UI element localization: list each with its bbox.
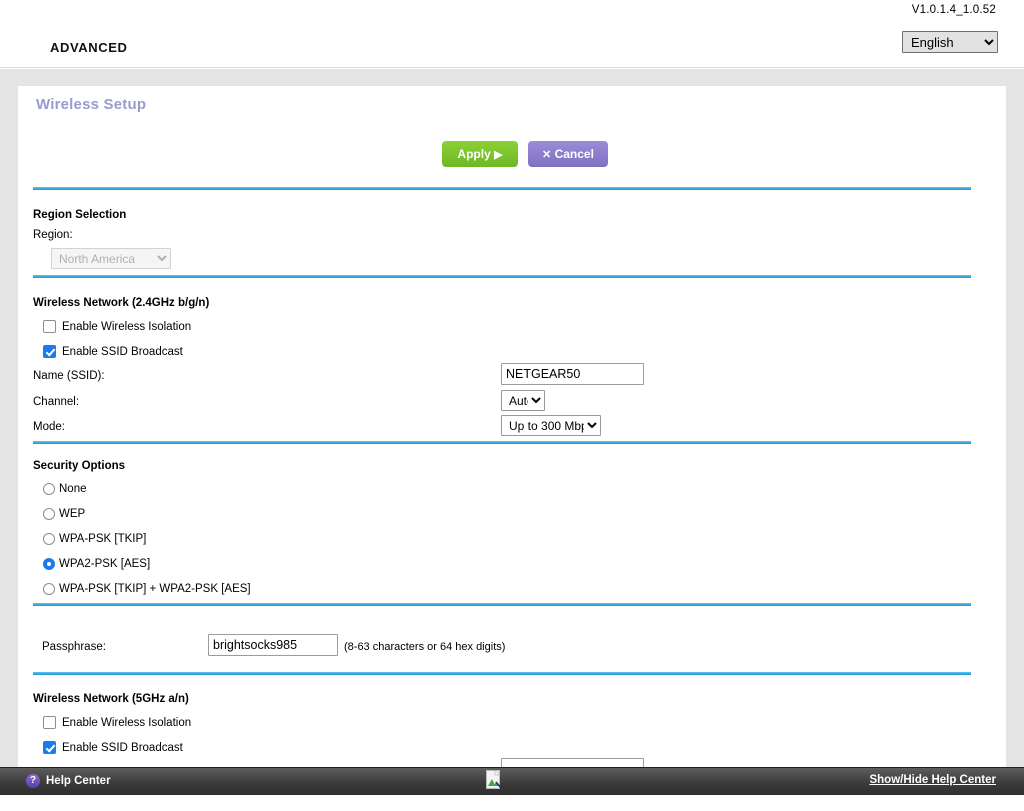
wireless-24-channel-label: Channel: [33, 396, 80, 408]
passphrase-hint: (8-63 characters or 64 hex digits) [344, 641, 506, 653]
divider-passphrase [33, 603, 971, 606]
apply-arrow-icon: ▶ [494, 149, 503, 161]
wireless-5-ssid-broadcast-label: Enable SSID Broadcast [62, 741, 183, 754]
wireless-24-channel-select[interactable]: Auto [501, 390, 545, 411]
below-footer-area [0, 795, 1024, 811]
security-option-wep-radio[interactable] [43, 508, 55, 520]
wireless-24-isolation-row[interactable]: Enable Wireless Isolation [43, 320, 191, 333]
region-select[interactable]: North America [51, 248, 171, 269]
wireless-24-mode-label: Mode: [33, 421, 65, 433]
wireless-24-ssid-broadcast-checkbox[interactable] [43, 345, 56, 358]
footer-bar: ? Help Center Show/Hide Help Center [0, 767, 1024, 795]
security-option-mixed-label: WPA-PSK [TKIP] + WPA2-PSK [AES] [59, 583, 251, 595]
wireless-setup-panel: Wireless Setup Apply ▶ ✕ Cancel Region S… [18, 86, 1006, 767]
divider-wireless-24 [33, 275, 971, 278]
page-header: V1.0.1.4_1.0.52 English ADVANCED [0, 0, 1024, 68]
wireless-24-isolation-label: Enable Wireless Isolation [62, 320, 192, 333]
wireless-5-ssid-broadcast-row[interactable]: Enable SSID Broadcast [43, 741, 183, 754]
broken-image-icon [486, 770, 502, 790]
region-label: Region: [33, 229, 73, 241]
wireless-24-ssid-broadcast-label: Enable SSID Broadcast [62, 345, 183, 358]
region-selection-heading: Region Selection [33, 209, 127, 221]
advanced-tab-label: ADVANCED [50, 40, 128, 55]
question-mark-icon: ? [26, 774, 40, 788]
passphrase-input[interactable] [208, 634, 338, 656]
security-option-wpa2-psk-aes-row[interactable]: WPA2-PSK [AES] [43, 558, 150, 570]
wireless-24-heading: Wireless Network (2.4GHz b/g/n) [33, 297, 210, 309]
cancel-x-icon: ✕ [542, 149, 552, 161]
wireless-5-isolation-label: Enable Wireless Isolation [62, 716, 192, 729]
wireless-5-isolation-row[interactable]: Enable Wireless Isolation [43, 716, 191, 729]
divider-region [33, 187, 971, 190]
page-title: Wireless Setup [36, 96, 147, 113]
security-option-wpa2-psk-aes-radio[interactable] [43, 558, 55, 570]
wireless-5-isolation-checkbox[interactable] [43, 716, 56, 729]
cancel-label: Cancel [554, 147, 594, 161]
apply-label: Apply [457, 147, 491, 161]
help-center-button[interactable]: ? Help Center [26, 774, 111, 788]
security-option-wpa-psk-tkip-label: WPA-PSK [TKIP] [59, 533, 147, 545]
security-option-none-radio[interactable] [43, 483, 55, 495]
passphrase-label: Passphrase: [42, 641, 106, 653]
security-option-none-label: None [59, 483, 87, 495]
wireless-24-mode-select[interactable]: Up to 300 Mbps [501, 415, 601, 436]
security-options-heading: Security Options [33, 460, 126, 472]
divider-security [33, 441, 971, 444]
security-option-wpa2-psk-aes-label: WPA2-PSK [AES] [59, 558, 151, 570]
wireless-24-ssid-input[interactable] [501, 363, 644, 385]
wireless-24-ssid-broadcast-row[interactable]: Enable SSID Broadcast [43, 345, 183, 358]
wireless-5-heading: Wireless Network (5GHz a/n) [33, 693, 189, 705]
wireless-24-ssid-label: Name (SSID): [33, 370, 105, 382]
security-option-wpa-psk-tkip-radio[interactable] [43, 533, 55, 545]
apply-button[interactable]: Apply ▶ [442, 141, 518, 167]
wireless-5-ssid-input[interactable] [501, 758, 644, 767]
wireless-24-isolation-checkbox[interactable] [43, 320, 56, 333]
help-center-label: Help Center [46, 775, 111, 787]
action-button-row: Apply ▶ ✕ Cancel [442, 141, 608, 167]
security-option-mixed-radio[interactable] [43, 583, 55, 595]
wireless-5-ssid-broadcast-checkbox[interactable] [43, 741, 56, 754]
language-select[interactable]: English [902, 31, 998, 53]
firmware-version: V1.0.1.4_1.0.52 [911, 4, 996, 16]
cancel-button[interactable]: ✕ Cancel [528, 141, 608, 167]
show-hide-help-center-link[interactable]: Show/Hide Help Center [869, 774, 996, 786]
security-option-wep-row[interactable]: WEP [43, 508, 85, 520]
security-option-mixed-row[interactable]: WPA-PSK [TKIP] + WPA2-PSK [AES] [43, 583, 251, 595]
security-option-wpa-psk-tkip-row[interactable]: WPA-PSK [TKIP] [43, 533, 146, 545]
security-option-wep-label: WEP [59, 508, 86, 520]
security-option-none-row[interactable]: None [43, 483, 87, 495]
divider-wireless-5 [33, 672, 971, 675]
